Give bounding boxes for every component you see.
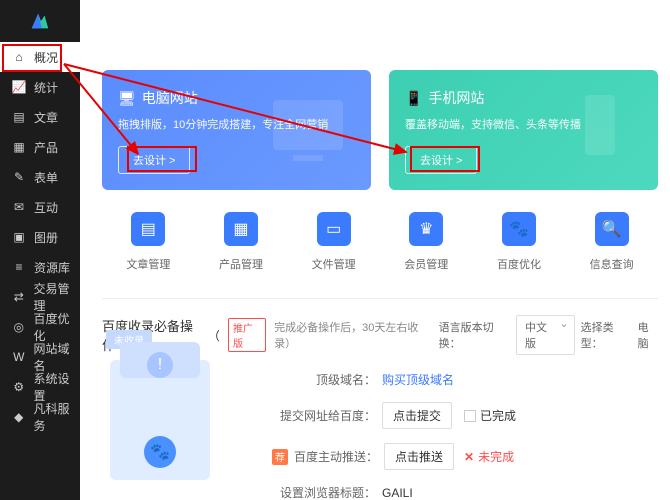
- card-pc-site: 🖥电脑网站 拖拽排版，10分钟完成搭建，专注全网营销 去设计 >: [102, 70, 371, 190]
- browser-label: 设置浏览器标题：: [272, 484, 382, 500]
- sidebar-item-label: 凡科服务: [34, 400, 80, 434]
- sidebar-item-label: 资源库: [34, 259, 70, 276]
- image-icon: ▣: [12, 230, 26, 244]
- service-icon: ◆: [12, 410, 26, 424]
- lang-label: 语言版本切换：: [439, 319, 510, 351]
- mobile-decor: [550, 80, 650, 180]
- buy-domain-link[interactable]: 购买顶级域名: [382, 371, 454, 388]
- sidebar-item-label: 百度优化: [34, 310, 80, 344]
- seo-icon: ◎: [12, 320, 26, 334]
- sidebar-item-label: 系统设置: [34, 370, 80, 404]
- done-checkbox[interactable]: 已完成: [464, 407, 516, 424]
- quick-seo[interactable]: 🐾百度优化: [497, 212, 541, 272]
- home-icon: ⌂: [12, 50, 26, 64]
- type-value: 电脑: [638, 319, 658, 351]
- card-row: 🖥电脑网站 拖拽排版，10分钟完成搭建，专注全网营销 去设计 > 📱手机网站 覆…: [102, 70, 658, 190]
- sidebar-item-seo[interactable]: ◎ 百度优化: [0, 312, 80, 342]
- sidebar-item-trade[interactable]: ⇄ 交易管理: [0, 282, 80, 312]
- paw-icon: 🐾: [502, 212, 536, 246]
- chart-icon: 📈: [12, 80, 26, 94]
- card-mobile-site: 📱手机网站 覆盖移动端，支持微信、头条等传播 去设计 >: [389, 70, 658, 190]
- push-btn[interactable]: 点击推送: [384, 443, 454, 470]
- quick-links: ▤文章管理 ▦产品管理 ▭文件管理 ♛会员管理 🐾百度优化 🔍信息查询: [102, 212, 658, 272]
- sidebar-item-product[interactable]: ▦ 产品: [0, 132, 80, 162]
- article-icon: ▤: [131, 212, 165, 246]
- db-icon: ≡: [12, 260, 26, 274]
- sidebar-item-label: 互动: [34, 199, 58, 216]
- btn-design-pc[interactable]: 去设计 >: [118, 146, 190, 174]
- sidebar-item-label: 文章: [34, 109, 58, 126]
- push-status: 未完成: [478, 448, 514, 465]
- sidebar: ⌂ 概况 📈 统计 ▤ 文章 ▦ 产品 ✎ 表单 ✉ 互动 ▣ 图册 ≡ 资源库 ⇄ 交易管理 ◎…: [0, 0, 80, 500]
- search-icon: 🔍: [595, 212, 629, 246]
- monitor-icon: 🖥: [118, 90, 136, 107]
- sidebar-item-service[interactable]: ◆ 凡科服务: [0, 402, 80, 432]
- browser-value: GAILI: [382, 486, 413, 500]
- promo-tag: 推广版: [228, 318, 266, 352]
- quick-member[interactable]: ♛会员管理: [404, 212, 448, 272]
- sidebar-item-label: 图册: [34, 229, 58, 246]
- push-label: 百度主动推送：: [294, 448, 384, 465]
- sidebar-item-label: 概况: [34, 49, 58, 66]
- baidu-paw-icon: 🐾: [144, 436, 176, 468]
- sidebar-item-label: 表单: [34, 169, 58, 186]
- sidebar-item-gallery[interactable]: ▣ 图册: [0, 222, 80, 252]
- btn-design-mobile[interactable]: 去设计 >: [405, 146, 477, 174]
- chat-icon: ✉: [12, 200, 26, 214]
- sidebar-item-label: 产品: [34, 139, 58, 156]
- submit-btn[interactable]: 点击提交: [382, 402, 452, 429]
- quick-file[interactable]: ▭文件管理: [312, 212, 356, 272]
- quick-article[interactable]: ▤文章管理: [126, 212, 170, 272]
- crown-icon: ♛: [409, 212, 443, 246]
- file-icon: ▭: [317, 212, 351, 246]
- grid-icon: ▦: [12, 140, 26, 154]
- domain-icon: W: [12, 350, 26, 364]
- mobile-icon: 📱: [405, 90, 422, 107]
- pc-decor: [263, 80, 363, 180]
- domain-label: 顶级域名：: [272, 371, 382, 388]
- x-icon: ✕: [464, 450, 474, 464]
- sidebar-item-form[interactable]: ✎ 表单: [0, 162, 80, 192]
- sidebar-item-article[interactable]: ▤ 文章: [0, 102, 80, 132]
- sidebar-item-settings[interactable]: ⚙ 系统设置: [0, 372, 80, 402]
- type-label: 选择类型：: [581, 319, 632, 351]
- exclaim-icon: !: [147, 352, 173, 378]
- sidebar-item-domain[interactable]: W 网站域名: [0, 342, 80, 372]
- lang-select[interactable]: 中文版: [516, 315, 575, 355]
- sidebar-item-overview[interactable]: ⌂ 概况: [0, 42, 80, 72]
- sidebar-item-label: 统计: [34, 79, 58, 96]
- quick-info[interactable]: 🔍信息查询: [590, 212, 634, 272]
- form-icon: ✎: [12, 170, 26, 184]
- product-icon: ▦: [224, 212, 258, 246]
- sidebar-item-interactive[interactable]: ✉ 互动: [0, 192, 80, 222]
- submit-label: 提交网址给百度：: [272, 407, 382, 424]
- envelope-illustration: ! 🐾: [110, 340, 220, 490]
- sidebar-item-stats[interactable]: 📈 统计: [0, 72, 80, 102]
- gear-icon: ⚙: [12, 380, 26, 394]
- sidebar-item-label: 网站域名: [34, 340, 80, 374]
- trade-icon: ⇄: [12, 290, 26, 304]
- sidebar-item-label: 交易管理: [34, 280, 80, 314]
- logo: [0, 0, 80, 42]
- hot-badge: 荐: [272, 449, 288, 465]
- baidu-note: 完成必备操作后，30天左右收录）: [274, 319, 430, 351]
- quick-product[interactable]: ▦产品管理: [219, 212, 263, 272]
- sidebar-item-resource[interactable]: ≡ 资源库: [0, 252, 80, 282]
- doc-icon: ▤: [12, 110, 26, 124]
